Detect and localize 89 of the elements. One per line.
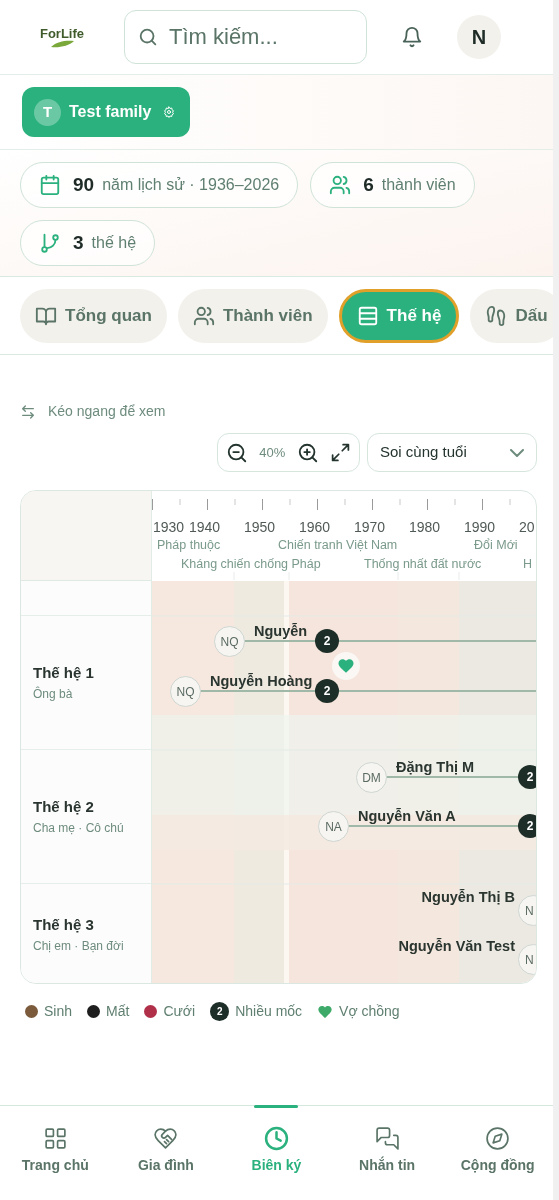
nav-item[interactable]: Trang chủ bbox=[0, 1106, 111, 1190]
year-label: 1990 bbox=[464, 518, 496, 537]
generation-subtitle: Ông bà bbox=[33, 685, 74, 703]
major-tick bbox=[482, 498, 483, 511]
nav-item[interactable]: Biên ký bbox=[221, 1106, 332, 1190]
legend-badge: 2 bbox=[210, 1002, 230, 1021]
stat-value: 3 bbox=[73, 230, 84, 255]
tab[interactable]: Tổng quan bbox=[20, 288, 167, 343]
mode-dropdown[interactable]: Soi cùng tuổi bbox=[367, 433, 537, 472]
rows-icon bbox=[356, 304, 379, 327]
year-label: 1980 bbox=[409, 518, 441, 537]
nav-item[interactable]: Gia đình bbox=[110, 1106, 222, 1190]
person-name: Đặng Thị M bbox=[396, 760, 475, 775]
zoom-in-button[interactable] bbox=[296, 441, 319, 464]
major-tick bbox=[262, 498, 263, 511]
swap-icon bbox=[20, 403, 36, 420]
branch-icon bbox=[39, 232, 61, 254]
clock-icon bbox=[264, 1126, 289, 1151]
heart-icon bbox=[337, 657, 355, 675]
zoom-level: 40% bbox=[259, 443, 286, 462]
era-label: Chiến tranh Việt Nam bbox=[278, 537, 398, 554]
stat-label: năm lịch sử · 1936–2026 bbox=[102, 175, 280, 195]
stat-value: 90 bbox=[73, 172, 95, 197]
legend-label: Vợ chồng bbox=[339, 1002, 400, 1021]
person-name: Nguyễn Văn Test bbox=[398, 939, 515, 954]
legend-label: Sinh bbox=[44, 1002, 73, 1021]
tab[interactable]: Thành viên bbox=[177, 288, 328, 343]
nav-item[interactable]: Cộng đồng bbox=[442, 1106, 553, 1190]
gear-icon bbox=[163, 106, 176, 118]
generation-title: Thế hệ 1 bbox=[33, 663, 95, 684]
person-name: Nguyễn Thị B bbox=[421, 890, 515, 905]
active-indicator bbox=[254, 1105, 299, 1108]
era-label: Đổi Mới bbox=[474, 537, 518, 554]
calendar-icon bbox=[39, 174, 61, 196]
legend-label: Cưới bbox=[163, 1002, 196, 1021]
profile-avatar[interactable]: N bbox=[457, 15, 501, 59]
heart-handshake-icon bbox=[153, 1126, 179, 1151]
person-name: Nguyễn bbox=[254, 624, 308, 639]
major-tick bbox=[207, 498, 208, 511]
stat-label: thành viên bbox=[381, 175, 456, 195]
compass-icon bbox=[485, 1126, 511, 1151]
era-label: Kháng chiến chống Pháp bbox=[181, 556, 321, 573]
era-label: H bbox=[523, 556, 533, 573]
year-label: 1960 bbox=[299, 518, 331, 537]
generation-subtitle: Cha mẹ · Cô chú bbox=[33, 819, 125, 837]
people-icon bbox=[329, 174, 352, 196]
scroll-hint: Kéo ngang để xem bbox=[48, 402, 166, 421]
bell-icon bbox=[401, 26, 423, 48]
footprints-icon bbox=[485, 304, 508, 327]
legend-label: Mất bbox=[106, 1002, 130, 1021]
heart-icon bbox=[317, 1003, 334, 1020]
tab[interactable]: Thế hệ bbox=[338, 288, 460, 343]
people-icon bbox=[192, 304, 215, 327]
person-name: Nguyễn Hoàng bbox=[210, 674, 313, 689]
search-field[interactable]: Tìm kiếm... bbox=[124, 10, 367, 64]
logo-text: ForLife bbox=[39, 26, 85, 40]
year-label: 1950 bbox=[244, 518, 276, 537]
family-initial: T bbox=[34, 98, 61, 126]
person-name: Nguyễn Văn A bbox=[358, 809, 456, 824]
chat-icon bbox=[374, 1126, 400, 1151]
generation-title: Thế hệ 2 bbox=[33, 797, 95, 818]
leaf-icon bbox=[49, 39, 75, 48]
year-label: 1940 bbox=[189, 518, 221, 537]
major-tick bbox=[317, 498, 318, 511]
era-label: Thống nhất đất nước bbox=[364, 556, 482, 573]
tab[interactable]: Dấu bbox=[470, 288, 553, 343]
major-tick bbox=[427, 498, 428, 511]
search-icon bbox=[137, 26, 159, 48]
stat-label: thế hệ bbox=[91, 233, 137, 253]
generation-title: Thế hệ 3 bbox=[33, 915, 95, 936]
era-label: Pháp thuộc bbox=[157, 537, 221, 554]
major-tick bbox=[152, 498, 153, 511]
year-label: 20 bbox=[519, 518, 535, 537]
expand-icon bbox=[329, 442, 351, 463]
zoom-out-icon bbox=[226, 441, 248, 464]
fullscreen-button[interactable] bbox=[329, 442, 351, 463]
nav-item[interactable]: Nhắn tin bbox=[331, 1106, 443, 1190]
zoom-out-button[interactable] bbox=[226, 441, 248, 464]
year-label: 1970 bbox=[354, 518, 386, 537]
year-label: 1930 bbox=[153, 518, 185, 537]
major-tick bbox=[372, 498, 373, 511]
chevron-down-icon bbox=[510, 448, 524, 457]
generation-subtitle: Chị em · Bạn đời bbox=[33, 937, 125, 955]
stat-value: 6 bbox=[363, 172, 374, 197]
notification-button[interactable] bbox=[401, 26, 423, 48]
zoom-in-icon bbox=[296, 441, 319, 464]
legend-label: Nhiều mốc bbox=[235, 1002, 303, 1021]
family-button[interactable]: T Test family bbox=[22, 87, 190, 137]
grid-icon bbox=[42, 1126, 68, 1151]
